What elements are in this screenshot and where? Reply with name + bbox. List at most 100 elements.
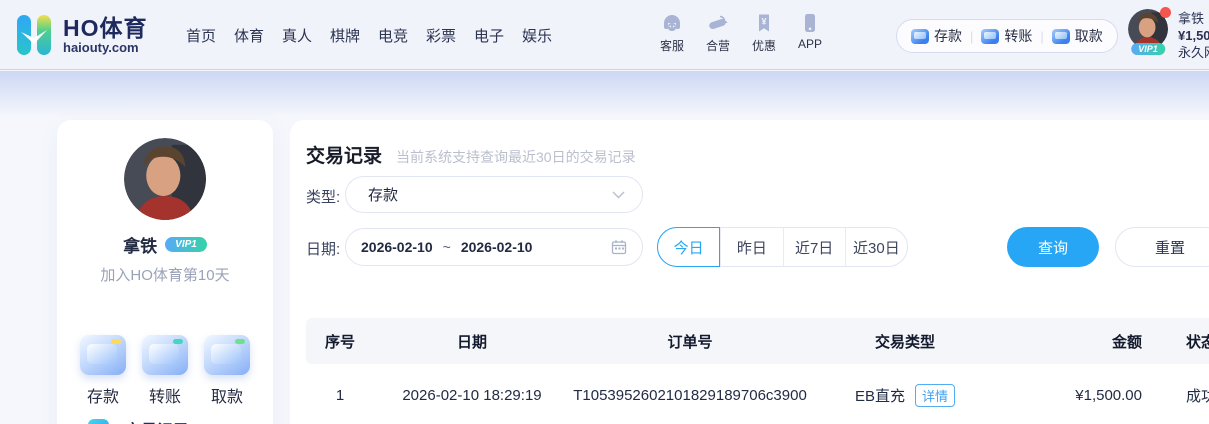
withdraw-label: 取款 (1074, 28, 1103, 44)
page-title: 交易记录 (306, 146, 383, 167)
avatar-photo (124, 138, 206, 220)
transactions-menu-icon (88, 418, 109, 424)
wallet-quick-actions: 存款 | 转账 | 取款 (896, 19, 1118, 53)
type-filter-label: 类型: (306, 189, 341, 206)
nav-item-home[interactable]: 首页 (186, 25, 216, 46)
app-label: APP (797, 37, 822, 51)
sidebar-transfer-button[interactable]: 转账 (137, 335, 193, 407)
sidebar-transfer-label: 转账 (148, 389, 181, 406)
utility-menu: 客服 合营 ¥ 优惠 APP (655, 12, 827, 54)
th-date: 日期 (374, 318, 570, 364)
th-status: 状态 (1156, 318, 1209, 364)
sidebar-username: 拿铁 (123, 237, 158, 256)
main-nav: 首页 体育 真人 棋牌 电竞 彩票 电子 娱乐 (186, 0, 552, 70)
brand-domain: haiouty.com (63, 39, 139, 55)
calendar-icon (611, 240, 627, 255)
promo-button[interactable]: ¥ 优惠 (747, 12, 781, 54)
user-account-area[interactable]: VIP1 拿铁 ¥1,501 永久网 (1128, 7, 1209, 61)
transaction-records-panel: 交易记录 当前系统支持查询最近30日的交易记录 类型: 存款 日期: 2026-… (290, 120, 1209, 424)
nav-item-live[interactable]: 真人 (282, 25, 312, 46)
page: HO体育 haiouty.com 首页 体育 真人 棋牌 电竞 彩票 电子 娱乐… (0, 0, 1209, 424)
type-select[interactable]: 存款 (345, 176, 643, 213)
nav-item-sports[interactable]: 体育 (234, 25, 264, 46)
quick-range-group: 今日 昨日 近7日 近30日 (657, 227, 908, 267)
withdraw-icon (1051, 28, 1070, 44)
svg-text:¥: ¥ (761, 17, 766, 27)
app-download-button[interactable]: APP (793, 12, 827, 54)
search-button[interactable]: 查询 (1007, 227, 1099, 267)
vip-badge: VIP1 (1131, 43, 1165, 55)
withdraw-cube-icon (204, 335, 250, 375)
partnership-icon (709, 15, 728, 30)
brand-text: HO体育 haiouty.com (63, 16, 148, 55)
panel-header: 交易记录 当前系统支持查询最近30日的交易记录 (306, 141, 636, 168)
table-row: 1 2026-02-10 18:29:19 T10539526021018291… (306, 364, 1209, 424)
deposit-button[interactable]: 存款 (911, 26, 962, 46)
date-separator: ~ (442, 239, 451, 255)
transfer-button[interactable]: 转账 (981, 26, 1032, 46)
range-7days-button[interactable]: 近7日 (782, 228, 845, 266)
range-today-button[interactable]: 今日 (657, 227, 721, 267)
chevron-down-icon (612, 190, 625, 199)
user-balance: ¥1,501 (1178, 28, 1209, 43)
partnership-button[interactable]: 合营 (701, 12, 735, 54)
deposit-cube-icon (80, 335, 126, 375)
nav-item-slots[interactable]: 电子 (474, 25, 504, 46)
detail-link[interactable]: 详情 (915, 383, 956, 407)
transactions-menu-label: 交易记录 (125, 417, 189, 424)
joined-days-text: 加入HO体育第10天 (100, 267, 230, 284)
nav-item-esports[interactable]: 电竞 (378, 25, 408, 46)
promo-icon: ¥ (759, 14, 769, 32)
transfer-cube-icon (142, 335, 188, 375)
brand-logo-icon (17, 15, 51, 55)
nav-item-entertainment[interactable]: 娱乐 (522, 25, 552, 46)
th-index: 序号 (306, 318, 374, 364)
partnership-label: 合营 (705, 39, 730, 53)
user-info: 拿铁 ¥1,501 永久网 (1178, 9, 1209, 61)
type-select-value: 存款 (368, 187, 399, 204)
transfer-label: 转账 (1004, 28, 1033, 44)
range-30days-button[interactable]: 近30日 (844, 228, 907, 266)
cell-status: 成功 (1185, 387, 1209, 405)
date-filter-label: 日期: (306, 241, 341, 258)
user-avatar[interactable]: VIP1 (1128, 7, 1171, 55)
transfer-icon (981, 28, 1000, 44)
brand-logo[interactable]: HO体育 haiouty.com (14, 13, 148, 57)
divider: | (1040, 28, 1044, 44)
customer-service-label: 客服 (659, 39, 684, 53)
sidebar-avatar (124, 138, 206, 220)
notification-dot (1160, 7, 1171, 18)
th-type: 交易类型 (810, 318, 1000, 364)
profile-sidebar: 拿铁 VIP1 加入HO体育第10天 存款 转账 取款 交易记录 (57, 120, 273, 424)
sidebar-deposit-label: 存款 (86, 389, 119, 406)
deposit-label: 存款 (934, 28, 962, 44)
date-from-value: 2026-02-10 (361, 239, 433, 255)
cell-index: 1 (335, 386, 345, 404)
sidebar-withdraw-label: 取款 (210, 389, 243, 406)
table-header-row: 序号 日期 订单号 交易类型 金额 状态 (306, 318, 1209, 364)
range-yesterday-button[interactable]: 昨日 (720, 228, 782, 266)
th-amount: 金额 (1000, 318, 1156, 364)
user-name: 拿铁 (1178, 11, 1205, 26)
deposit-icon (911, 28, 929, 44)
top-navbar: HO体育 haiouty.com 首页 体育 真人 棋牌 电竞 彩票 电子 娱乐… (0, 0, 1209, 70)
transactions-table: 序号 日期 订单号 交易类型 金额 状态 1 2026-02-10 18:29:… (306, 318, 1209, 424)
customer-service-button[interactable]: 客服 (655, 12, 689, 54)
nav-item-lottery[interactable]: 彩票 (426, 25, 456, 46)
sidebar-deposit-button[interactable]: 存款 (75, 335, 131, 407)
sidebar-withdraw-button[interactable]: 取款 (199, 335, 255, 407)
customer-service-icon (664, 15, 680, 31)
transaction-type-text: EB直充 (854, 387, 905, 405)
date-to-value: 2026-02-10 (460, 239, 533, 255)
page-subtitle: 当前系统支持查询最近30日的交易记录 (396, 149, 636, 165)
withdraw-button[interactable]: 取款 (1051, 26, 1103, 46)
cell-type: EB直充 详情 (810, 364, 1000, 424)
sidebar-name-row: 拿铁 VIP1 (123, 232, 207, 257)
promo-label: 优惠 (751, 39, 776, 53)
nav-item-chess[interactable]: 棋牌 (330, 25, 360, 46)
sidebar-menu-item-transactions[interactable]: 交易记录 (88, 417, 189, 424)
reset-button[interactable]: 重置 (1115, 227, 1209, 267)
date-range-input[interactable]: 2026-02-10 ~ 2026-02-10 (345, 228, 643, 266)
user-extra: 永久网 (1178, 45, 1209, 60)
divider: | (970, 28, 974, 44)
